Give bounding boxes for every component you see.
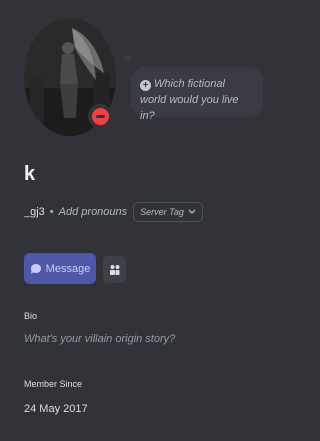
do-not-disturb-icon <box>91 107 109 125</box>
status-indicator <box>88 104 112 128</box>
username-row: _gj3 • Add pronouns Server Tag <box>24 201 203 223</box>
message-button-label: Message <box>45 262 91 275</box>
add-friend-button[interactable] <box>103 256 126 283</box>
thought-bubble-dot <box>124 55 131 62</box>
add-friend-icon <box>109 264 119 275</box>
custom-status-prompt: Which fictional world would you live in? <box>140 78 239 122</box>
add-pronouns-link[interactable]: Add pronouns <box>59 206 128 218</box>
chevron-down-icon <box>188 209 196 214</box>
bio-text[interactable]: What's your villain origin story? <box>24 333 175 345</box>
message-button[interactable]: Message <box>24 253 96 284</box>
chat-bubble-icon <box>30 263 41 274</box>
server-tag-label: Server Tag <box>140 207 184 217</box>
username[interactable]: _gj3 <box>24 206 45 218</box>
member-since-date: 24 May 2017 <box>24 403 88 415</box>
add-circle-icon: + <box>140 80 151 91</box>
member-since-label: Member Since <box>24 379 83 389</box>
server-tag-dropdown[interactable]: Server Tag <box>133 202 203 222</box>
custom-status-bubble[interactable]: + Which fictional world would you live in… <box>131 67 263 122</box>
separator-dot: • <box>49 206 54 218</box>
bio-label: Bio <box>24 311 38 321</box>
display-name: k <box>24 163 36 185</box>
